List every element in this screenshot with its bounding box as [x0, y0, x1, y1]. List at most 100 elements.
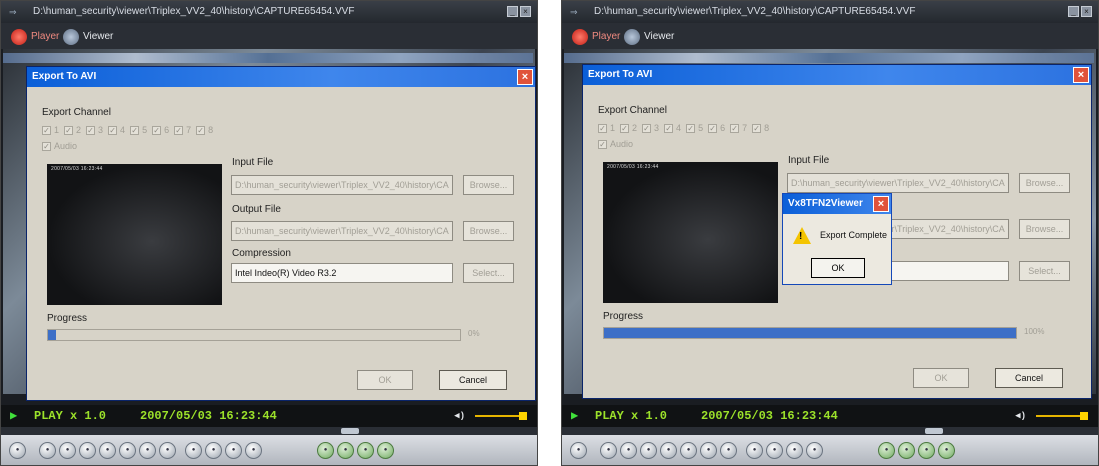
- fast-forward-icon[interactable]: ●: [700, 442, 717, 459]
- channel-checkbox-5[interactable]: ✓ 5: [686, 123, 703, 133]
- minimize-icon[interactable]: _: [1068, 6, 1079, 17]
- fast-forward-icon[interactable]: ●: [139, 442, 156, 459]
- channel-checkbox-7[interactable]: ✓ 7: [730, 123, 747, 133]
- cancel-button[interactable]: Cancel: [995, 368, 1063, 388]
- step-back-icon[interactable]: ●: [640, 442, 657, 459]
- seek-bar[interactable]: [562, 427, 1098, 435]
- seek-knob[interactable]: [341, 428, 359, 434]
- app-logo-icon: ⇒: [9, 7, 17, 17]
- channel-checkbox-1[interactable]: ✓ 1: [598, 123, 615, 133]
- settings-icon[interactable]: ●: [938, 442, 955, 459]
- prev-frame-icon[interactable]: ●: [600, 442, 617, 459]
- close-window-icon[interactable]: ×: [1081, 6, 1092, 17]
- rewind-icon[interactable]: ●: [59, 442, 76, 459]
- seek-bar[interactable]: [1, 427, 537, 435]
- export-icon[interactable]: ●: [357, 442, 374, 459]
- layout-9-icon[interactable]: ●: [245, 442, 262, 459]
- pause-icon[interactable]: ●: [660, 442, 677, 459]
- play-icon[interactable]: ▶: [10, 405, 17, 427]
- channel-checkbox-8[interactable]: ✓ 8: [752, 123, 769, 133]
- close-window-icon[interactable]: ×: [520, 6, 531, 17]
- snapshot-icon[interactable]: ●: [746, 442, 763, 459]
- step-back-icon[interactable]: ●: [79, 442, 96, 459]
- tab-player[interactable]: Player: [572, 28, 620, 45]
- tab-viewer[interactable]: Viewer: [624, 28, 674, 45]
- window-titlebar[interactable]: ⇒ D:\human_security\viewer\Triplex_VV2_4…: [562, 1, 1098, 23]
- channel-checkbox-7[interactable]: ✓ 7: [174, 125, 191, 135]
- channel-checkbox-4[interactable]: ✓ 4: [108, 125, 125, 135]
- next-frame-icon[interactable]: ●: [720, 442, 737, 459]
- minimize-icon[interactable]: _: [507, 6, 518, 17]
- viewer-icon: [624, 28, 640, 45]
- progress-fill: [604, 328, 1016, 338]
- channel-checkbox-6[interactable]: ✓ 6: [708, 123, 725, 133]
- compression-select-button[interactable]: Select...: [1019, 261, 1070, 281]
- layout-4-icon[interactable]: ●: [225, 442, 242, 459]
- message-ok-button[interactable]: OK: [811, 258, 865, 278]
- pause-icon[interactable]: ●: [99, 442, 116, 459]
- output-browse-button[interactable]: Browse...: [1019, 219, 1070, 239]
- layout-4-icon[interactable]: ●: [786, 442, 803, 459]
- audio-checkbox[interactable]: ✓ Audio: [42, 141, 77, 151]
- volume-knob[interactable]: [1080, 412, 1088, 420]
- message-box-close-icon[interactable]: ×: [873, 196, 889, 212]
- player-icon: [572, 28, 588, 45]
- message-box-titlebar[interactable]: Vx8TFN2Viewer ×: [783, 194, 891, 214]
- input-file-field[interactable]: D:\human_security\viewer\Triplex_VV2_40\…: [787, 173, 1009, 193]
- dialog-titlebar[interactable]: Export To AVI ×: [27, 67, 535, 87]
- channel-checkbox-3[interactable]: ✓ 3: [642, 123, 659, 133]
- dialog-title: Export To AVI: [32, 71, 97, 82]
- rewind-icon[interactable]: ●: [620, 442, 637, 459]
- seek-knob[interactable]: [925, 428, 943, 434]
- channel-checkbox-8[interactable]: ✓ 8: [196, 125, 213, 135]
- input-browse-button[interactable]: Browse...: [1019, 173, 1070, 193]
- next-frame-icon[interactable]: ●: [159, 442, 176, 459]
- tab-viewer-label: Viewer: [644, 31, 675, 42]
- channel-checkbox-4[interactable]: ✓ 4: [664, 123, 681, 133]
- channel-checkbox-5[interactable]: ✓ 5: [130, 125, 147, 135]
- compression-field[interactable]: Intel Indeo(R) Video R3.2: [231, 263, 453, 283]
- channel-checkbox-2[interactable]: ✓ 2: [64, 125, 81, 135]
- channel-checkbox-1[interactable]: ✓ 1: [42, 125, 59, 135]
- zoom-in-icon[interactable]: ●: [878, 442, 895, 459]
- dialog-close-icon[interactable]: ×: [1073, 67, 1089, 83]
- tab-player[interactable]: Player: [11, 28, 59, 45]
- dialog-titlebar[interactable]: Export To AVI ×: [583, 65, 1091, 85]
- search-icon[interactable]: ●: [898, 442, 915, 459]
- tab-viewer[interactable]: Viewer: [63, 28, 113, 45]
- search-icon[interactable]: ●: [337, 442, 354, 459]
- camera-icon[interactable]: ●: [9, 442, 26, 459]
- volume-icon[interactable]: ◀): [454, 405, 465, 427]
- dialog-close-icon[interactable]: ×: [517, 69, 533, 85]
- ok-button[interactable]: OK: [357, 370, 413, 390]
- output-file-field[interactable]: D:\human_security\viewer\Triplex_VV2_40\…: [231, 221, 453, 241]
- checkbox-icon: ✓: [196, 125, 206, 135]
- snapshot-icon[interactable]: ●: [185, 442, 202, 459]
- play-icon[interactable]: ▶: [571, 405, 578, 427]
- channel-label: 2: [632, 123, 638, 133]
- ok-button[interactable]: OK: [913, 368, 969, 388]
- camera-icon[interactable]: ●: [570, 442, 587, 459]
- volume-knob[interactable]: [519, 412, 527, 420]
- channel-checkbox-2[interactable]: ✓ 2: [620, 123, 637, 133]
- channel-checkbox-3[interactable]: ✓ 3: [86, 125, 103, 135]
- layout-9-icon[interactable]: ●: [806, 442, 823, 459]
- step-forward-icon[interactable]: ●: [680, 442, 697, 459]
- zoom-in-icon[interactable]: ●: [317, 442, 334, 459]
- settings-icon[interactable]: ●: [377, 442, 394, 459]
- prev-frame-icon[interactable]: ●: [39, 442, 56, 459]
- input-browse-button[interactable]: Browse...: [463, 175, 514, 195]
- channel-checkbox-6[interactable]: ✓ 6: [152, 125, 169, 135]
- audio-checkbox[interactable]: ✓ Audio: [598, 139, 633, 149]
- output-browse-button[interactable]: Browse...: [463, 221, 514, 241]
- input-file-field[interactable]: D:\human_security\viewer\Triplex_VV2_40\…: [231, 175, 453, 195]
- volume-icon[interactable]: ◀): [1015, 405, 1026, 427]
- compression-select-button[interactable]: Select...: [463, 263, 514, 283]
- cancel-button[interactable]: Cancel: [439, 370, 507, 390]
- window-titlebar[interactable]: ⇒ D:\human_security\viewer\Triplex_VV2_4…: [1, 1, 537, 23]
- compression-label: Compression: [232, 248, 291, 259]
- step-forward-icon[interactable]: ●: [119, 442, 136, 459]
- layout-1-icon[interactable]: ●: [766, 442, 783, 459]
- layout-1-icon[interactable]: ●: [205, 442, 222, 459]
- export-icon[interactable]: ●: [918, 442, 935, 459]
